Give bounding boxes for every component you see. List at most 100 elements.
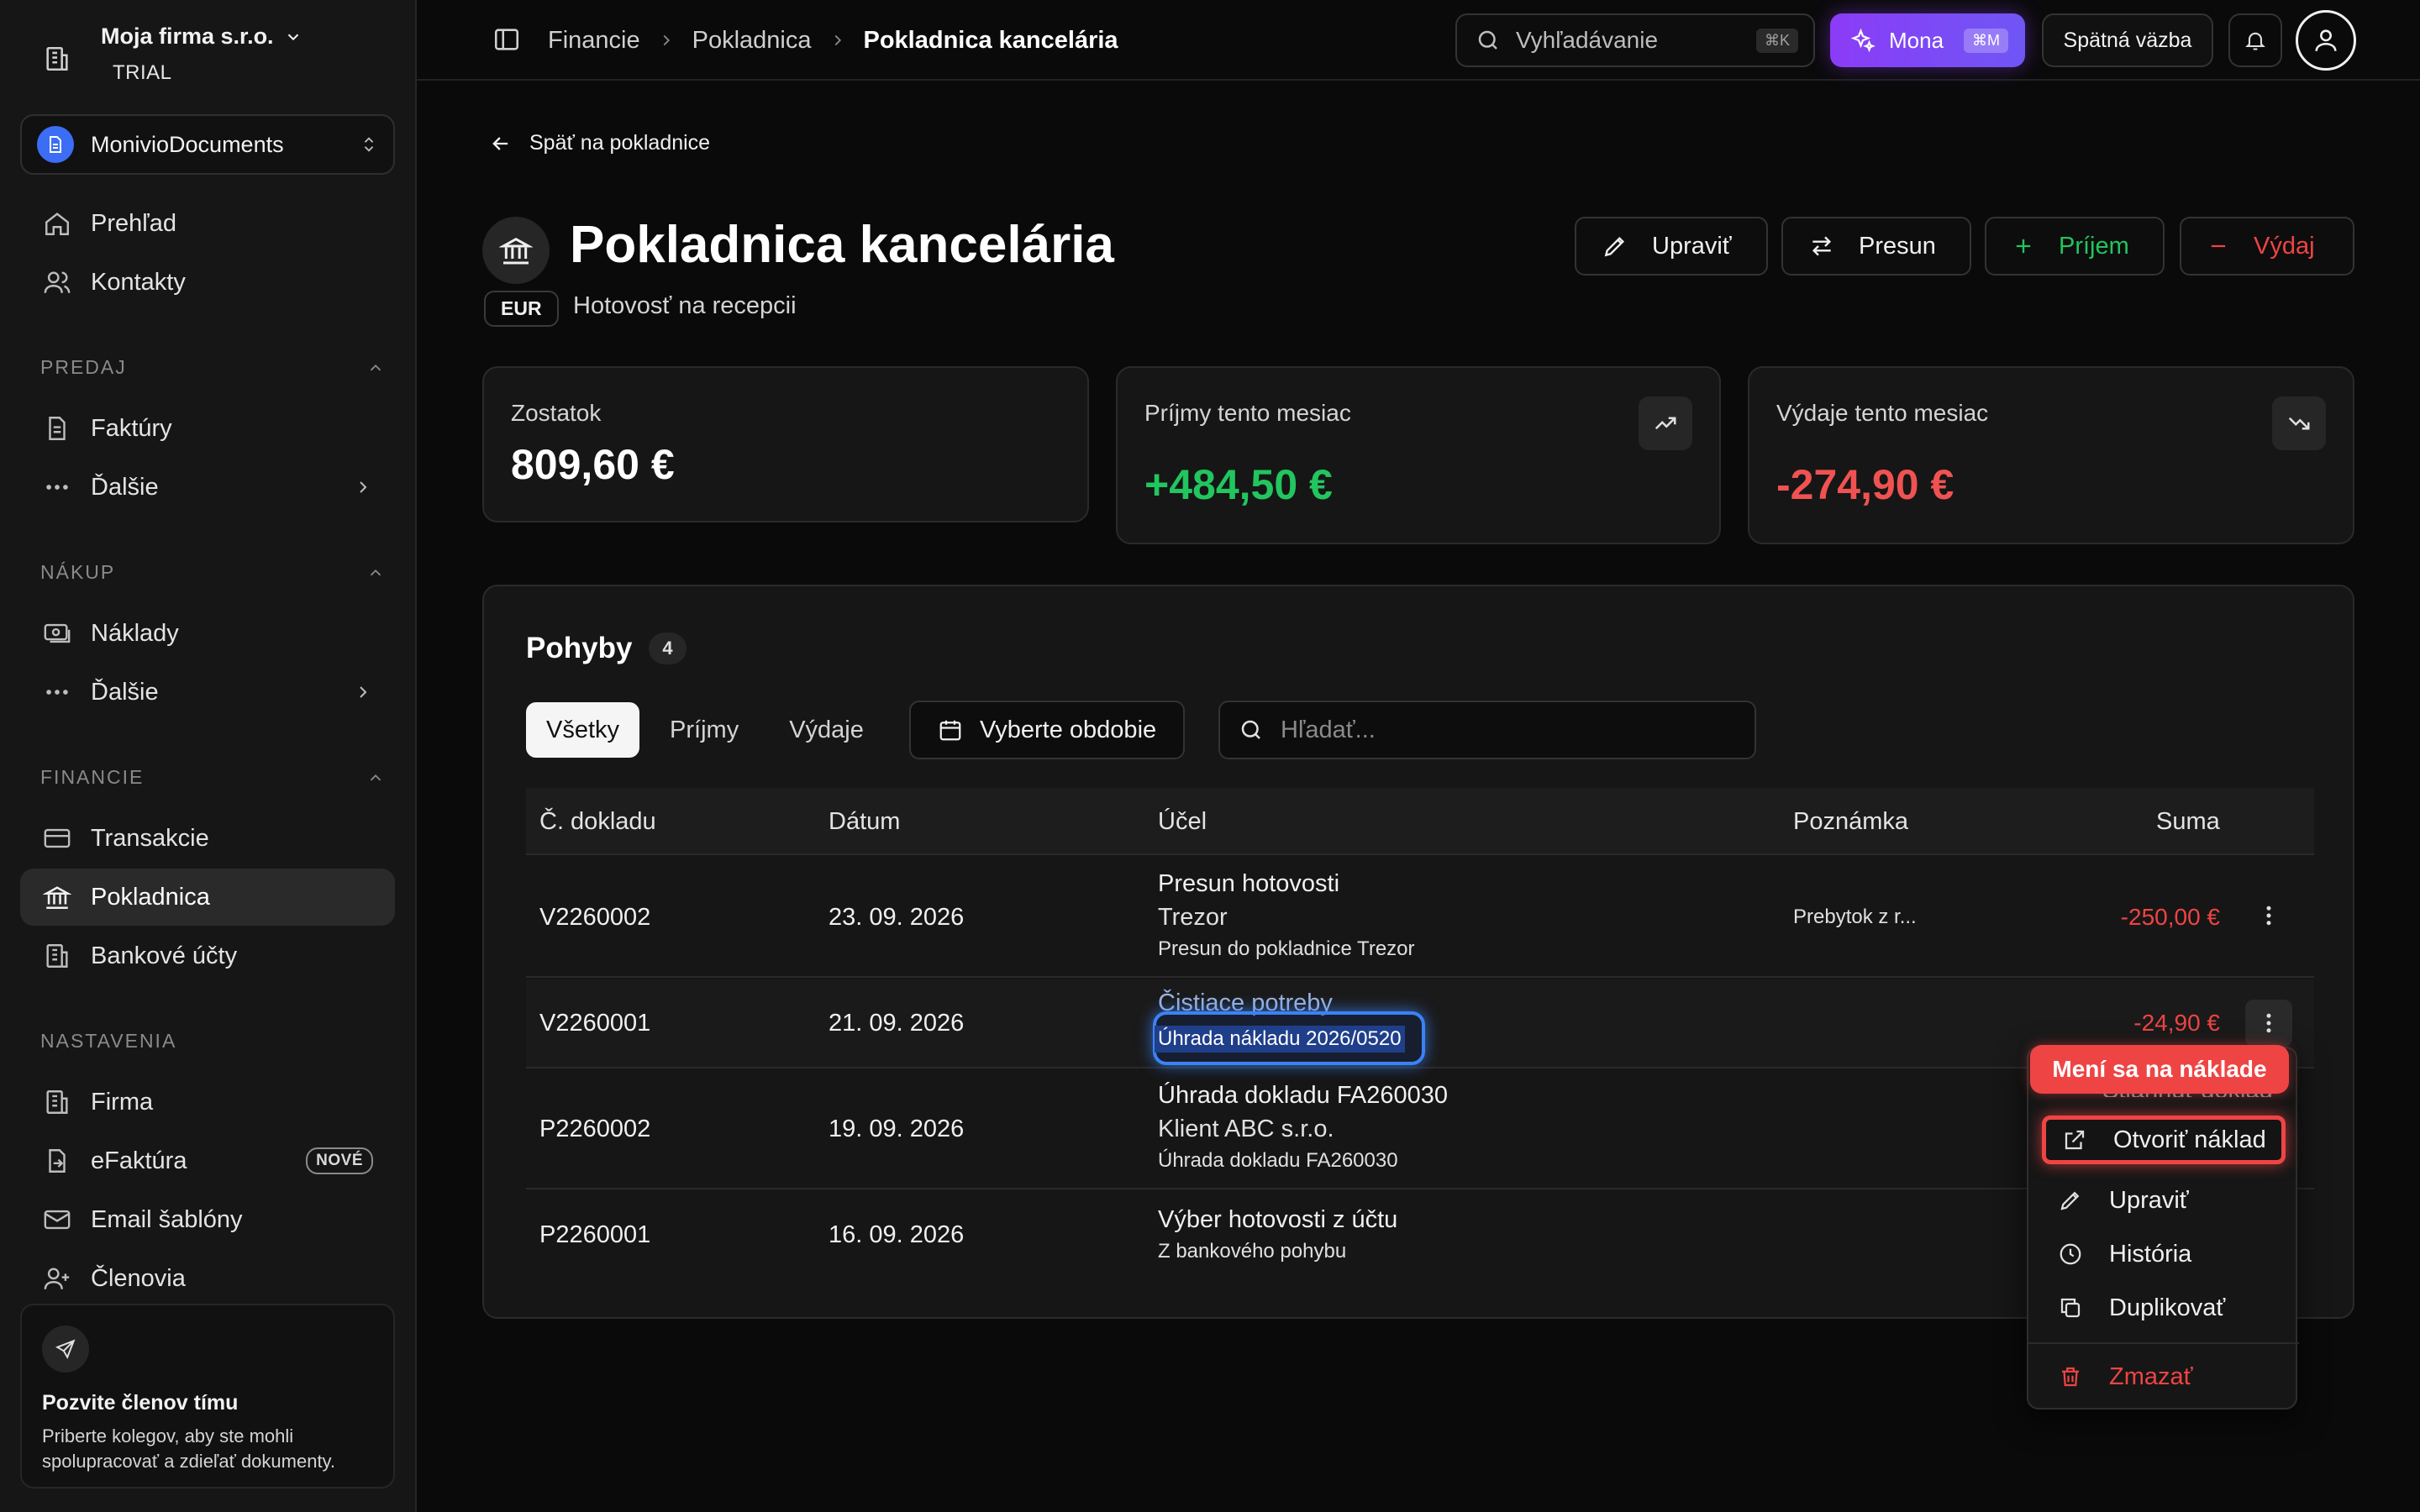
sidebar-item-email-templates[interactable]: Email šablóny	[20, 1191, 395, 1248]
section-header-settings: NASTAVENIA	[40, 1030, 385, 1053]
movements-search-input[interactable]: Hľadať...	[1218, 701, 1756, 759]
row-purpose-small-link[interactable]: Úhrada nákladu 2026/0520	[1155, 1026, 1405, 1053]
table-row[interactable]: V2260002 23. 09. 2026 Presun hotovosti T…	[526, 857, 2314, 978]
edit-label: Upraviť	[1652, 232, 1732, 260]
row-doc: P2260001	[539, 1221, 651, 1248]
sidebar-item-company[interactable]: Firma	[20, 1074, 395, 1131]
sidebar-item-overview[interactable]: Prehľad	[20, 195, 395, 252]
breadcrumb-pokladnica[interactable]: Pokladnica	[692, 27, 812, 55]
org-name: Moja firma s.r.o.	[101, 24, 274, 49]
more-vertical-icon[interactable]	[2245, 892, 2292, 939]
workspace-switcher[interactable]: MonivioDocuments	[20, 114, 395, 175]
row-purpose-small: Úhrada dokladu FA260030	[1158, 1149, 1398, 1172]
chevron-up-down-icon	[360, 135, 378, 154]
sidebar-item-invoices[interactable]: Faktúry	[20, 400, 395, 457]
section-header-finance[interactable]: FINANCIE	[40, 766, 385, 789]
sidebar-item-purchase-more[interactable]: Ďalšie	[20, 664, 395, 721]
tab-all[interactable]: Všetky	[526, 702, 640, 758]
breadcrumb-financie[interactable]: Financie	[548, 27, 640, 55]
invite-text: Priberte kolegov, aby ste mohli spolupra…	[42, 1425, 336, 1472]
sidebar-item-label: Ďalšie	[91, 473, 159, 501]
menu-item-duplicate[interactable]: Duplikovať	[2042, 1284, 2286, 1332]
edit-button[interactable]: Upraviť	[1575, 217, 1768, 276]
mona-button[interactable]: Mona ⌘M	[1830, 13, 2025, 67]
row-purpose: Úhrada dokladu FA260030	[1158, 1082, 1449, 1109]
sidebar-item-sales-more[interactable]: Ďalšie	[20, 459, 395, 516]
global-search[interactable]: Vyhľadávanie ⌘K	[1455, 13, 1815, 67]
period-picker[interactable]: Vyberte obdobie	[909, 701, 1186, 759]
sidebar-item-members[interactable]: Členovia	[20, 1250, 395, 1307]
sidebar-item-contacts[interactable]: Kontakty	[20, 254, 395, 311]
document-icon	[37, 126, 74, 163]
sidebar-item-label: Pokladnica	[91, 883, 210, 911]
sidebar-item-costs[interactable]: Náklady	[20, 605, 395, 662]
section-label: FINANCIE	[40, 766, 145, 788]
balance-label: Zostatok	[511, 400, 602, 426]
row-purpose-sub: Trezor	[1158, 904, 1228, 931]
search-icon	[1239, 717, 1264, 743]
sidebar-item-transactions[interactable]: Transakcie	[20, 810, 395, 867]
row-purpose: Výber hotovosti z účtu	[1158, 1206, 1398, 1233]
sidebar-item-label: Prehľad	[91, 209, 176, 237]
sidebar-item-label: Bankové účty	[91, 942, 238, 969]
row-date: 16. 09. 2026	[829, 1221, 965, 1248]
back-link[interactable]: Späť na pokladnice	[489, 131, 710, 155]
sidebar-item-label: Kontakty	[91, 268, 186, 296]
period-label: Vyberte obdobie	[980, 716, 1157, 743]
org-switcher[interactable]: Moja firma s.r.o. TRIAL	[34, 22, 387, 96]
sidebar-toggle-icon[interactable]	[492, 25, 521, 54]
col-date: Dátum	[829, 808, 901, 835]
balance-card: Zostatok 809,60 €	[482, 366, 1089, 522]
calendar-icon	[938, 717, 963, 743]
menu-item-delete[interactable]: Zmazať	[2042, 1352, 2286, 1401]
tab-expenses[interactable]: Výdaje	[769, 702, 884, 758]
sidebar-item-label: Faktúry	[91, 414, 172, 442]
transfer-button[interactable]: Presun	[1781, 217, 1971, 276]
bank-icon	[482, 217, 550, 284]
invite-title: Pozvite členov tímu	[42, 1391, 239, 1415]
expense-button[interactable]: Výdaj	[2180, 217, 2354, 276]
sidebar-item-label: Členovia	[91, 1264, 186, 1292]
trend-up-icon	[1639, 396, 1692, 450]
org-plan: TRIAL	[113, 61, 172, 84]
balance-value: 809,60 €	[511, 441, 675, 488]
feedback-button[interactable]: Spätná väzba	[2042, 13, 2213, 67]
row-doc: V2260001	[539, 1010, 651, 1037]
menu-item-edit[interactable]: Upraviť	[2042, 1176, 2286, 1225]
menu-label: Zmazať	[2109, 1362, 2193, 1390]
menu-item-history[interactable]: História	[2042, 1230, 2286, 1278]
menu-item-open-cost[interactable]: Otvoriť náklad	[2042, 1116, 2286, 1164]
mona-label: Mona	[1889, 27, 1944, 53]
chevron-up-icon	[366, 769, 385, 787]
row-note: Prebytok z r...	[1793, 906, 1917, 928]
breadcrumb-current: Pokladnica kancelária	[863, 26, 1118, 54]
menu-label: Otvoriť náklad	[2113, 1126, 2266, 1153]
tab-income[interactable]: Príjmy	[650, 702, 759, 758]
page-title: Pokladnica kancelária	[570, 216, 1114, 274]
user-plus-icon	[40, 1262, 74, 1295]
plus-icon	[2012, 234, 2035, 258]
bank-icon	[40, 880, 74, 914]
section-header-sales[interactable]: PREDAJ	[40, 356, 385, 379]
sidebar-item-bank-accounts[interactable]: Bankové účty	[20, 927, 395, 984]
file-export-icon	[40, 1144, 74, 1178]
page-subtitle: Hotovosť na recepcii	[573, 292, 797, 319]
col-purpose: Účel	[1158, 808, 1207, 835]
chevron-right-icon	[657, 31, 676, 50]
more-vertical-icon[interactable]	[2245, 1000, 2292, 1047]
row-purpose-sub: Klient ABC s.r.o.	[1158, 1116, 1334, 1142]
section-header-purchase[interactable]: NÁKUP	[40, 561, 385, 584]
invite-team-card[interactable]: Pozvite členov tímu Priberte kolegov, ab…	[20, 1304, 395, 1488]
transfer-label: Presun	[1859, 232, 1936, 260]
income-button[interactable]: Príjem	[1985, 217, 2165, 276]
sidebar-item-einvoice[interactable]: eFaktúra NOVÉ	[20, 1132, 395, 1189]
arrow-left-icon	[489, 132, 513, 155]
sidebar-item-cashbox[interactable]: Pokladnica	[20, 869, 395, 926]
avatar[interactable]	[2296, 10, 2356, 71]
col-amount: Suma	[2156, 808, 2220, 835]
bell-icon[interactable]	[2228, 13, 2282, 67]
search-placeholder: Vyhľadávanie	[1516, 27, 1659, 53]
col-doc: Č. dokladu	[539, 808, 656, 835]
mail-icon	[40, 1203, 74, 1236]
credit-card-icon	[40, 822, 74, 855]
